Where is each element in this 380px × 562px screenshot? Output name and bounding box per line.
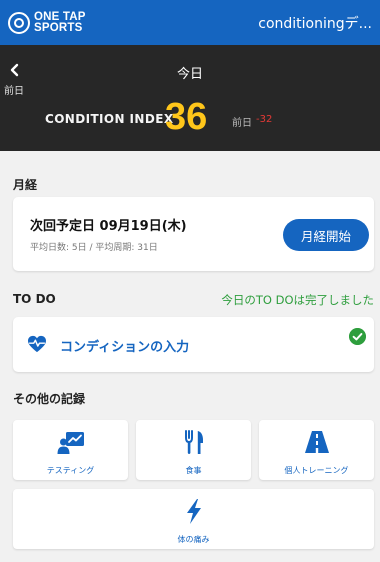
period-stats: 平均日数: 5日 / 平均周期: 31日: [30, 243, 158, 253]
meal-icon: [184, 430, 203, 454]
tile-personal-training-label: 個人トレーニング: [284, 466, 349, 475]
previous-day-diff: -32: [256, 114, 273, 125]
next-period-date: 次回予定日 09月19日(木): [30, 219, 187, 234]
logo-line-1: ONE TAP: [34, 10, 86, 23]
lightning-icon: [186, 499, 201, 524]
date-header: 前日 今日 CONDITION INDEX 36 前日 -32: [0, 45, 380, 151]
tile-body-pain[interactable]: 体の痛み: [13, 489, 374, 549]
todo-section-title: TO DO: [13, 292, 56, 306]
check-circle-icon: [349, 328, 366, 345]
condition-index: CONDITION INDEX 36 前日 -32: [0, 96, 380, 140]
todo-item[interactable]: コンディションの入力: [13, 317, 374, 372]
todo-status: 今日のTO DOは完了しました: [221, 293, 374, 307]
app-bar: ONE TAP SPORTS conditioningデ...: [0, 0, 380, 45]
condition-index-value: 36: [165, 96, 208, 138]
todo-item-label: コンディションの入力: [60, 340, 190, 355]
logo-text: ONE TAP SPORTS: [34, 10, 86, 34]
tile-body-pain-label: 体の痛み: [177, 535, 210, 544]
heart-pulse-icon: [28, 335, 46, 353]
tile-personal-training[interactable]: 個人トレーニング: [259, 420, 374, 480]
logo-line-2: SPORTS: [34, 21, 83, 34]
testing-icon: [57, 432, 84, 454]
date-title: 今日: [176, 67, 203, 82]
condition-index-label: CONDITION INDEX: [45, 112, 174, 126]
logo-icon: [8, 11, 30, 34]
previous-day-link[interactable]: 前日: [4, 82, 24, 97]
start-period-button[interactable]: 月経開始: [283, 219, 369, 251]
tile-meal-label: 食事: [185, 466, 202, 475]
previous-day-label: 前日: [232, 118, 252, 129]
tile-meal[interactable]: 食事: [136, 420, 251, 480]
app-logo: ONE TAP SPORTS: [8, 10, 86, 34]
road-icon: [304, 431, 329, 453]
other-records-section-title: その他の記録: [13, 392, 86, 406]
menstruation-card: 次回予定日 09月19日(木) 平均日数: 5日 / 平均周期: 31日 月経開…: [13, 197, 374, 271]
menstruation-section-title: 月経: [13, 178, 38, 192]
tile-testing-label: テスティング: [46, 466, 95, 475]
tile-testing[interactable]: テスティング: [13, 420, 128, 480]
app-name[interactable]: conditioningデ...: [258, 0, 372, 45]
